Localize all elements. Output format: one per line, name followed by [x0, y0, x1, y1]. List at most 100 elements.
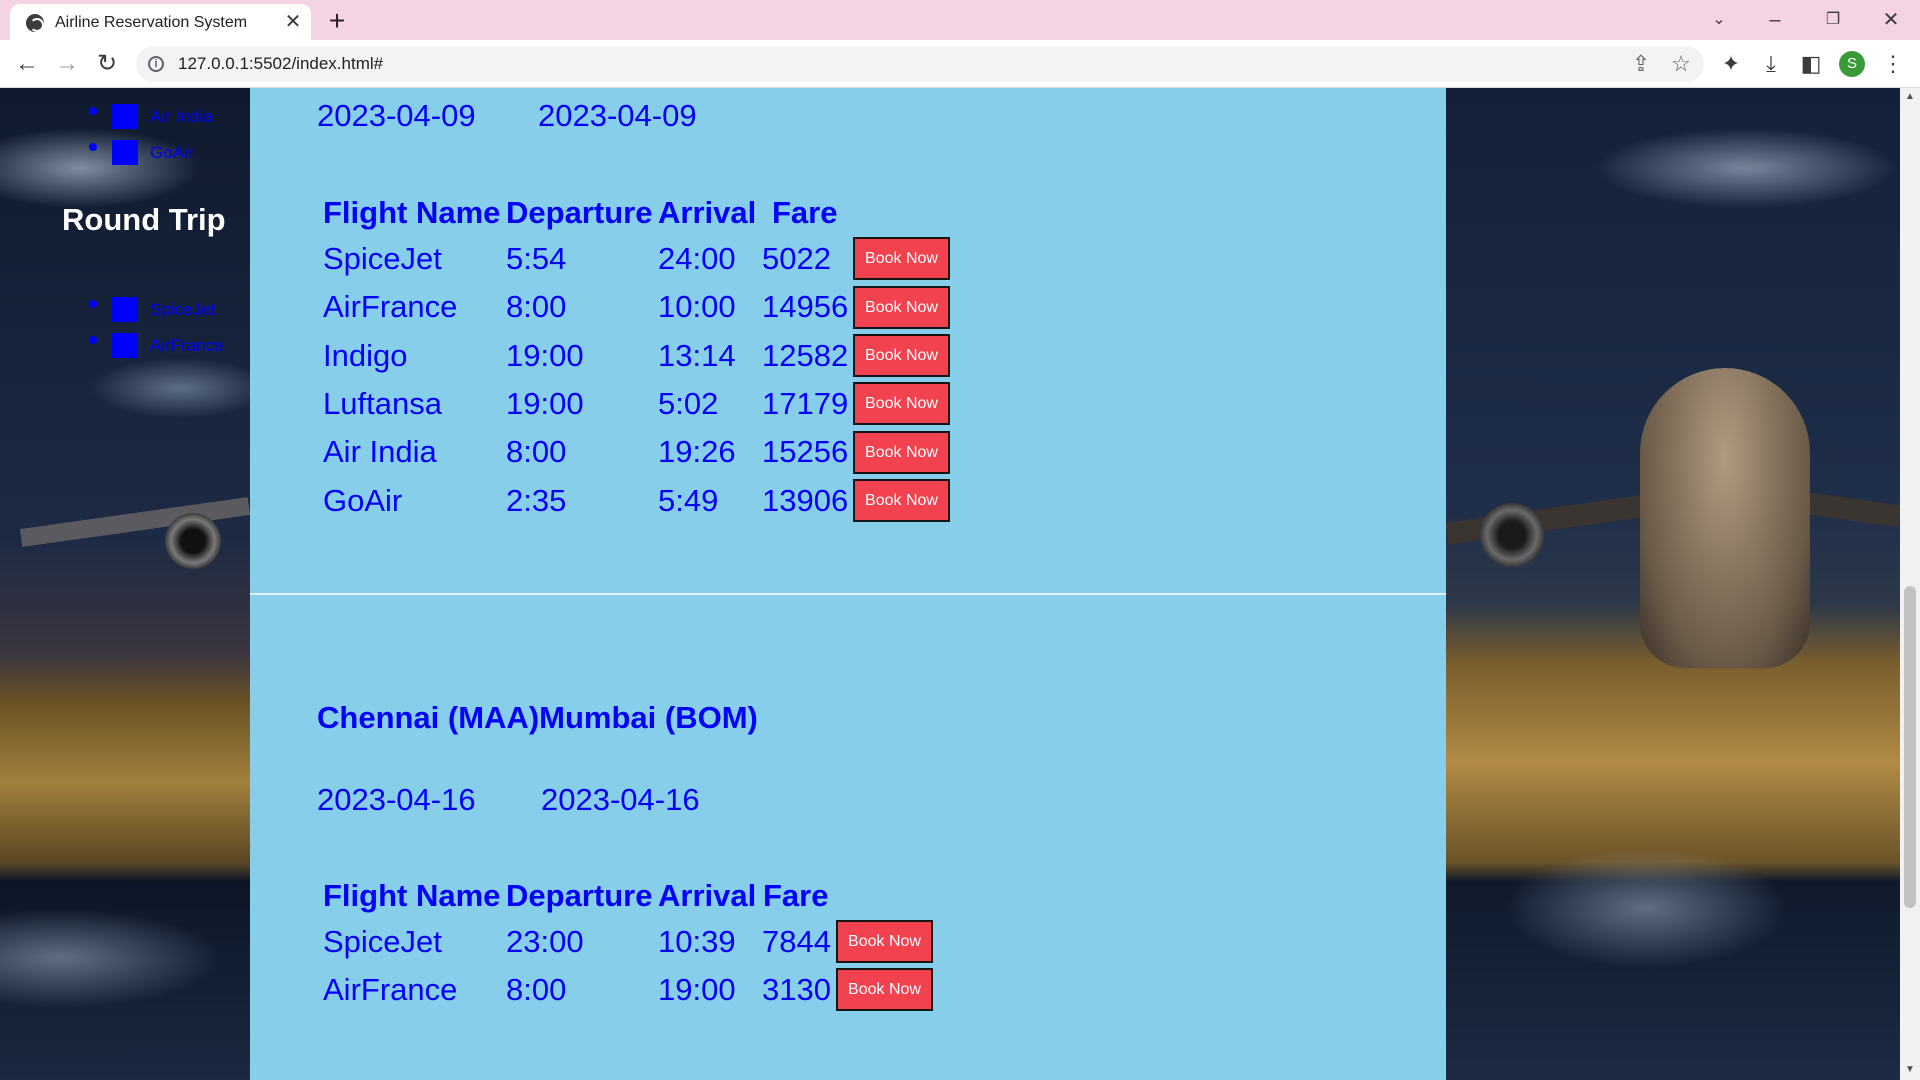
sidebar-item-label[interactable]: SpiceJet: [150, 300, 215, 320]
header-departure: Departure: [506, 195, 653, 230]
close-window-icon[interactable]: ✕: [1868, 2, 1914, 38]
book-now-button[interactable]: Book Now: [853, 286, 950, 329]
close-tab-icon[interactable]: ✕: [281, 10, 305, 34]
checkbox-icon[interactable]: [112, 333, 138, 358]
departure-date: 2023-04-09: [317, 98, 476, 133]
departure-date: 2023-04-16: [317, 782, 476, 817]
sidebar-item-label[interactable]: Air India: [150, 107, 212, 127]
flight-arrival: 19:26: [658, 434, 736, 469]
site-info-icon[interactable]: i: [148, 56, 164, 72]
flight-departure: 8:00: [506, 434, 567, 469]
flight-arrival: 19:00: [658, 972, 736, 1007]
flight-arrival: 13:14: [658, 338, 736, 373]
book-now-button[interactable]: Book Now: [836, 968, 933, 1011]
header-fare: Fare: [763, 878, 829, 913]
sidebar-item-label[interactable]: AirFrance: [150, 336, 224, 356]
back-icon[interactable]: ←: [11, 48, 43, 80]
header-departure: Departure: [506, 878, 653, 913]
return-date: 2023-04-16: [541, 782, 700, 817]
flight-name: SpiceJet: [323, 241, 442, 276]
airplane-engine-image: [165, 513, 221, 569]
jet-nose-image: [1640, 368, 1810, 668]
bullet-icon: [89, 143, 97, 151]
restore-icon[interactable]: ❐: [1810, 2, 1856, 38]
browser-tab-strip: Airline Reservation System ✕ + ⌄ – ❐ ✕: [0, 0, 1920, 40]
book-now-button[interactable]: Book Now: [853, 382, 950, 425]
browser-toolbar: ← → ↻ i 127.0.0.1:5502/index.html# ⇪ ☆ ✦…: [0, 40, 1920, 88]
page-viewport: Air India GoAir Round Trip SpiceJet AirF…: [0, 88, 1920, 1080]
scroll-up-icon[interactable]: ▲: [1905, 91, 1915, 102]
new-tab-button[interactable]: +: [321, 6, 353, 36]
download-icon[interactable]: ⤓: [1755, 48, 1787, 80]
book-now-button[interactable]: Book Now: [836, 920, 933, 963]
main-content: 2023-04-09 2023-04-09 Flight Name Depart…: [250, 88, 1446, 1080]
flight-departure: 2:35: [506, 483, 567, 518]
tab-title: Airline Reservation System: [55, 14, 248, 31]
flight-fare: 7844: [762, 924, 831, 959]
flight-fare: 17179: [762, 386, 849, 421]
flight-fare: 15256: [762, 434, 849, 469]
header-arrival: Arrival: [658, 878, 757, 913]
flight-fare: 3130: [762, 972, 831, 1007]
book-now-button[interactable]: Book Now: [853, 237, 950, 280]
flight-arrival: 10:39: [658, 924, 736, 959]
flight-name: AirFrance: [323, 972, 458, 1007]
reload-icon[interactable]: ↻: [91, 48, 123, 80]
extensions-icon[interactable]: ✦: [1715, 48, 1747, 80]
flight-name: Luftansa: [323, 386, 442, 421]
flight-fare: 14956: [762, 289, 849, 324]
bullet-icon: [89, 107, 97, 115]
checkbox-icon[interactable]: [112, 140, 138, 165]
flight-departure: 19:00: [506, 338, 584, 373]
flight-arrival: 10:00: [658, 289, 736, 324]
return-date: 2023-04-09: [538, 98, 697, 133]
flight-arrival: 24:00: [658, 241, 736, 276]
flight-departure: 8:00: [506, 972, 567, 1007]
star-icon[interactable]: ☆: [1666, 50, 1696, 78]
sidepanel-icon[interactable]: ◧: [1795, 48, 1827, 80]
book-now-button[interactable]: Book Now: [853, 479, 950, 522]
book-now-button[interactable]: Book Now: [853, 431, 950, 474]
flight-fare: 12582: [762, 338, 849, 373]
address-bar[interactable]: i 127.0.0.1:5502/index.html# ⇪ ☆: [136, 46, 1704, 82]
section-divider: [250, 593, 1446, 595]
flight-name: Indigo: [323, 338, 408, 373]
page-scrollbar[interactable]: ▲ ▼: [1900, 88, 1920, 1080]
browser-tab[interactable]: Airline Reservation System ✕: [10, 4, 311, 40]
header-fare: Fare: [772, 195, 838, 230]
book-now-button[interactable]: Book Now: [853, 334, 950, 377]
flight-name: GoAir: [323, 483, 403, 518]
header-flight-name: Flight Name: [323, 878, 501, 913]
header-flight-name: Flight Name: [323, 195, 501, 230]
flight-departure: 8:00: [506, 289, 567, 324]
flight-fare: 13906: [762, 483, 849, 518]
sidebar-item-label[interactable]: GoAir: [150, 143, 193, 163]
url-text[interactable]: 127.0.0.1:5502/index.html#: [178, 54, 383, 74]
flight-departure: 23:00: [506, 924, 584, 959]
scroll-down-icon[interactable]: ▼: [1905, 1064, 1915, 1075]
flight-departure: 19:00: [506, 386, 584, 421]
checkbox-icon[interactable]: [112, 104, 138, 129]
share-icon[interactable]: ⇪: [1626, 50, 1656, 78]
flight-fare: 5022: [762, 241, 831, 276]
flight-name: Air India: [323, 434, 437, 469]
flight-name: SpiceJet: [323, 924, 442, 959]
jet-engine-image: [1480, 503, 1544, 567]
globe-icon: [26, 14, 44, 32]
bullet-icon: [89, 336, 97, 344]
bullet-icon: [89, 300, 97, 308]
scrollbar-thumb[interactable]: [1904, 586, 1916, 908]
flight-arrival: 5:49: [658, 483, 719, 518]
minimize-icon[interactable]: –: [1752, 2, 1798, 38]
tab-search-icon[interactable]: ⌄: [1696, 2, 1742, 38]
profile-avatar[interactable]: S: [1839, 51, 1865, 77]
header-arrival: Arrival: [658, 195, 757, 230]
menu-icon[interactable]: ⋮: [1877, 48, 1909, 80]
flight-arrival: 5:02: [658, 386, 719, 421]
round-trip-heading: Round Trip: [62, 202, 226, 237]
forward-icon[interactable]: →: [51, 48, 83, 80]
flight-name: AirFrance: [323, 289, 458, 324]
flight-departure: 5:54: [506, 241, 567, 276]
checkbox-icon[interactable]: [112, 297, 138, 322]
route-heading: Chennai (MAA)Mumbai (BOM): [317, 700, 758, 735]
